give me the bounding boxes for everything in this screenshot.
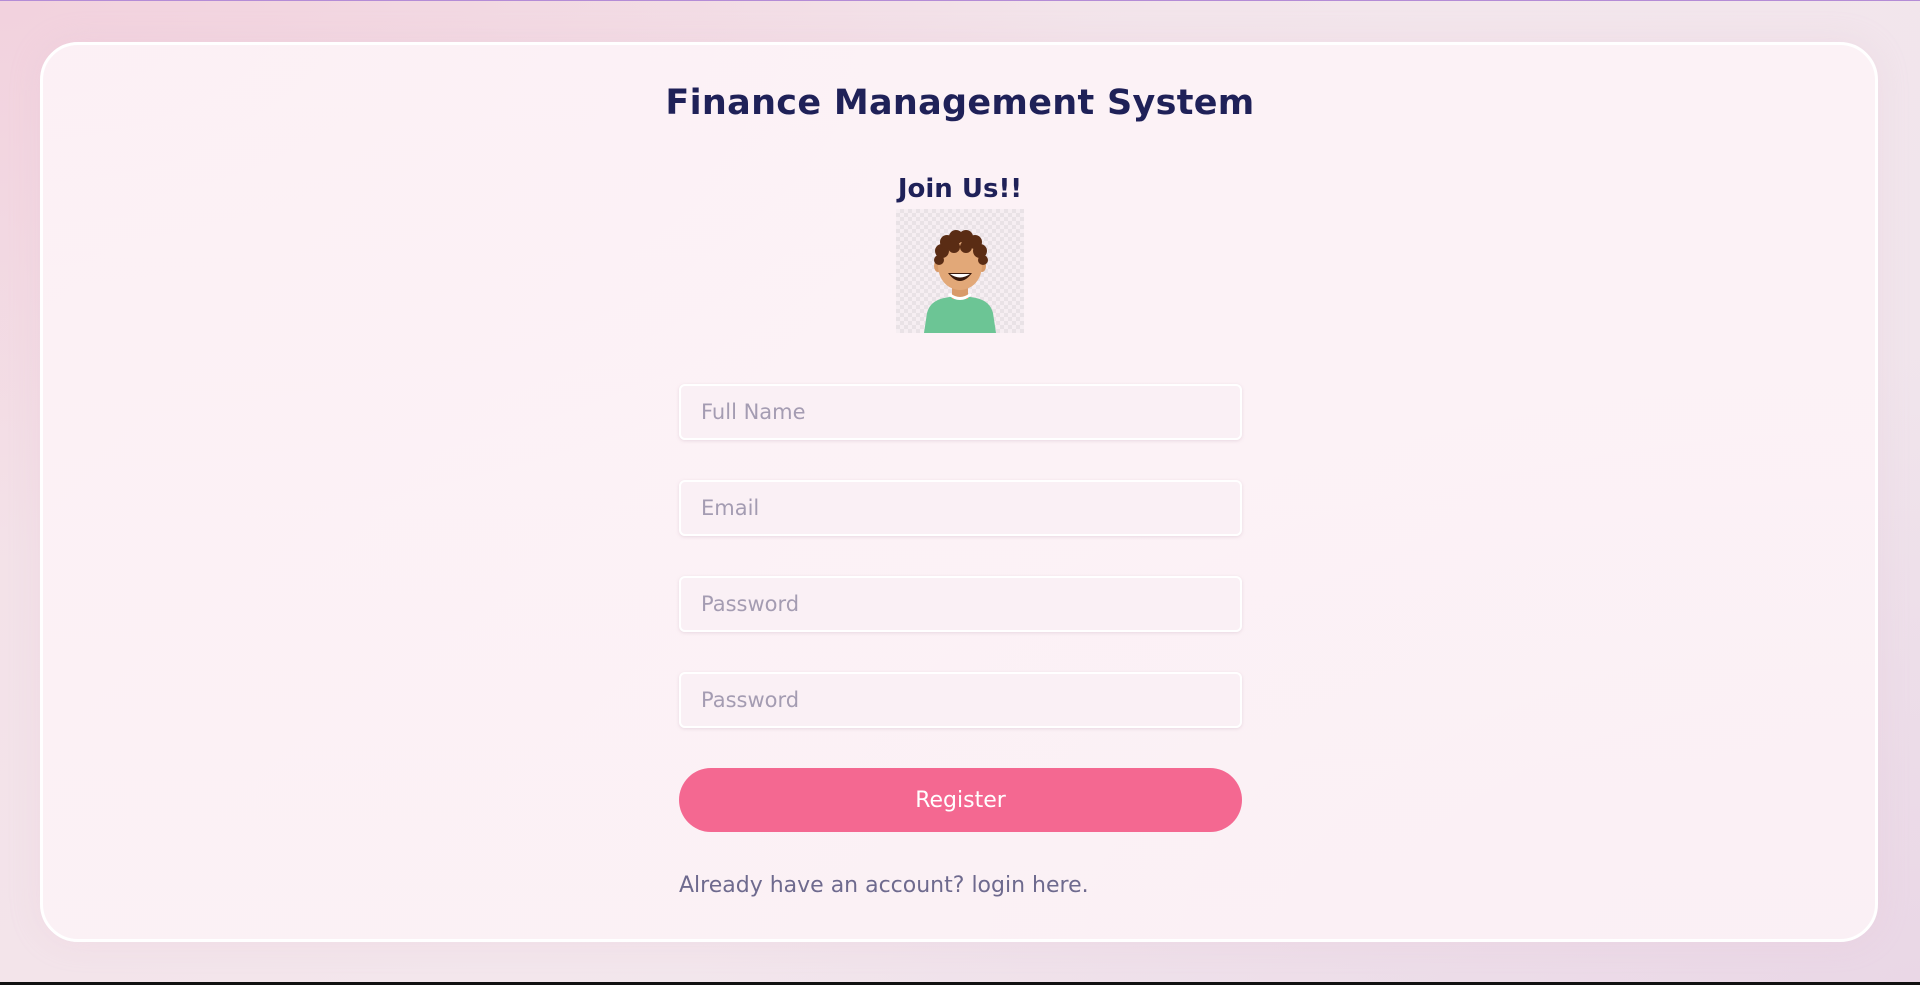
page-title: Finance Management System	[665, 83, 1255, 123]
page-background: Finance Management System Join Us!! Full…	[0, 0, 1920, 982]
login-link[interactable]: login here.	[971, 873, 1088, 898]
login-prompt-text: Already have an account?	[679, 873, 965, 898]
full-name-field[interactable]	[679, 384, 1242, 440]
confirm-password-field[interactable]	[679, 672, 1242, 728]
user-avatar-icon	[896, 209, 1024, 333]
login-prompt-line: Already have an account? login here.	[679, 873, 1089, 898]
email-field[interactable]	[679, 480, 1242, 536]
password-field[interactable]	[679, 576, 1242, 632]
form-heading: Join Us!!	[897, 174, 1023, 204]
register-button[interactable]: Register	[679, 768, 1242, 832]
